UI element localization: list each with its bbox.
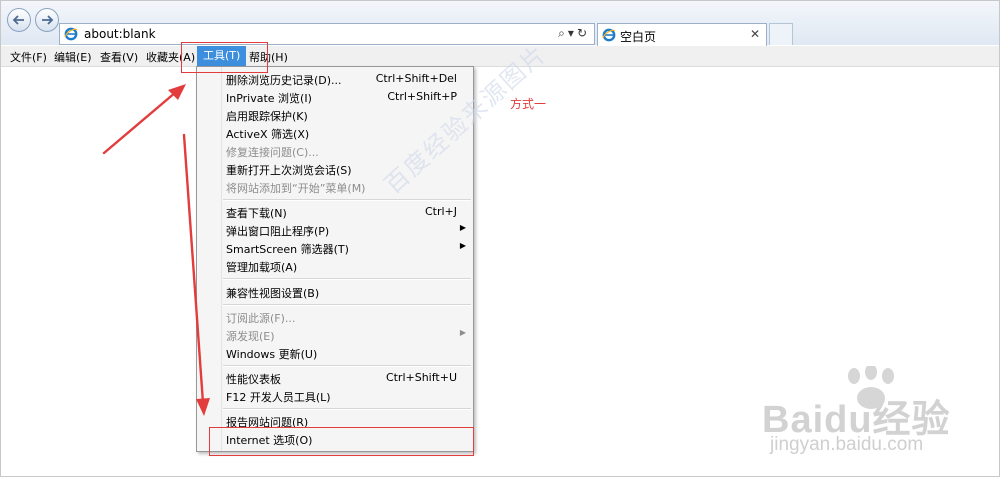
- arrow-to-tools: [102, 84, 186, 155]
- paw-icon: [848, 366, 894, 409]
- arrow-to-internet-options: [182, 133, 210, 416]
- watermark-url: jingyan.baidu.com: [770, 434, 924, 455]
